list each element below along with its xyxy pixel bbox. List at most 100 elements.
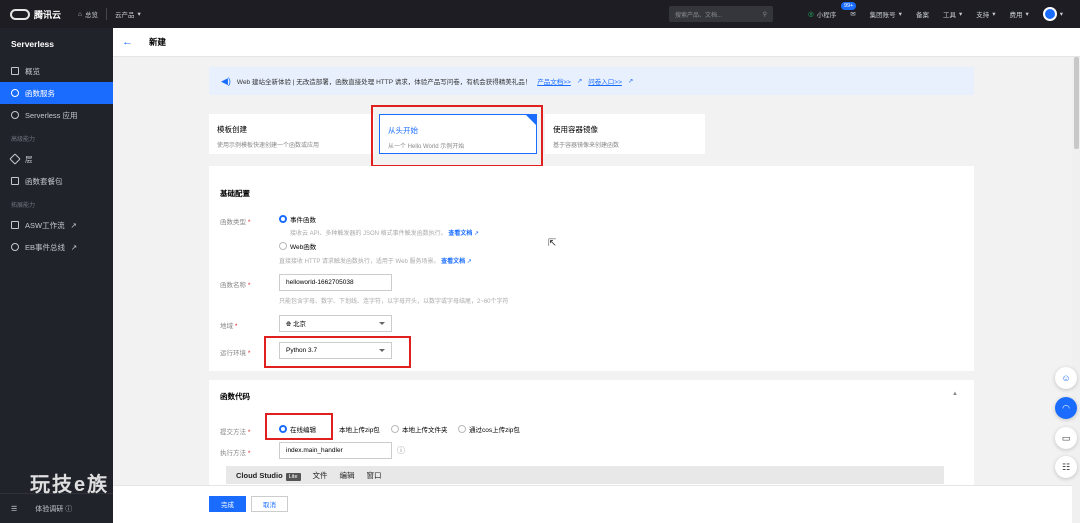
handler-input[interactable]: index.main_handler [279, 442, 392, 459]
menu-window[interactable]: 窗口 [367, 470, 382, 481]
event-bus-icon [11, 243, 19, 251]
sidebar: Serverless 概览 函数服务 Serverless 应用 高级能力 层 … [0, 28, 113, 523]
field-label: 提交方法 [220, 429, 246, 436]
home-link[interactable]: ⌂ 总览 [70, 0, 106, 28]
account-label: 集团账号 [869, 12, 896, 19]
gear-icon [11, 111, 19, 119]
field-label: 函数类型 [220, 219, 246, 226]
sidebar-item-eventbridge[interactable]: EB事件总线 ↗ [0, 236, 113, 258]
filing-label: 备案 [915, 12, 929, 19]
notice-banner: ◀) Web 建站全新体验 | 无改造部署，函数直接处理 HTTP 请求，体验产… [209, 67, 974, 95]
mini-program-link[interactable]: ◎ 小程序 [801, 9, 843, 19]
cancel-button[interactable]: 取消 [251, 496, 288, 512]
avatar [1042, 7, 1057, 21]
option-label: 本地上传文件夹 [402, 427, 448, 434]
option-label: 通过cos上传zip包 [469, 427, 520, 434]
view-docs-link[interactable]: 查看文档 [448, 231, 472, 237]
menu-file[interactable]: 文件 [313, 470, 328, 481]
confirm-button[interactable]: 完成 [209, 496, 246, 512]
billing-menu[interactable]: 费用 ▾ [1002, 9, 1035, 19]
function-icon [11, 89, 19, 97]
card-subtitle: 使用示例模板快速创建一个函数或应用 [217, 143, 320, 149]
survey-link[interactable]: 体验调研 ⓘ [35, 504, 72, 514]
info-icon[interactable]: ⓘ [397, 445, 405, 456]
sidebar-item-label: ASW工作流 [25, 220, 65, 230]
chevron-down-icon: ▾ [137, 11, 141, 18]
radio-web-func[interactable]: Web函数 [279, 241, 316, 251]
card-subtitle: 基于容器镜像来创建函数 [553, 143, 620, 149]
cloud-logo-icon [10, 8, 30, 20]
radio-unchecked-icon [279, 242, 287, 250]
customer-service-icon[interactable]: ◠ [1055, 397, 1077, 419]
highlight-box [371, 105, 543, 167]
required-mark: * [234, 323, 238, 330]
section-title: 函数代码 [220, 392, 250, 401]
survey-link[interactable]: 问卷入口>> [588, 76, 622, 86]
support-menu[interactable]: 支持 ▾ [969, 9, 1002, 19]
sidebar-item-label: 函数服务 [25, 88, 55, 98]
list-icon[interactable]: ☷ [1055, 456, 1077, 478]
submit-method-label: 提交方法 * [220, 426, 250, 436]
feedback-smiley-icon[interactable]: ☺ [1055, 367, 1077, 389]
brand-logo[interactable]: 腾讯云 [0, 8, 70, 21]
radio-cos-zip[interactable]: 通过cos上传zip包 [458, 424, 520, 434]
radio-local-folder[interactable]: 本地上传文件夹 [391, 424, 448, 434]
func-name-input[interactable]: helloworld-1662705038 [279, 274, 392, 291]
mail-link[interactable]: ✉ [843, 10, 862, 18]
region-select[interactable]: 🌐︎ 北京 [279, 315, 392, 332]
page-title: 新建 [149, 37, 167, 47]
sidebar-item-serverless-app[interactable]: Serverless 应用 [0, 104, 113, 126]
layers-icon [9, 153, 21, 165]
product-docs-link[interactable]: 产品文档>> [537, 76, 571, 86]
back-arrow-icon[interactable]: ← [122, 36, 136, 48]
chevron-down-icon: ▾ [958, 11, 963, 18]
filing-link[interactable]: 备案 [909, 9, 936, 19]
sidebar-item-asw[interactable]: ASW工作流 ↗ [0, 214, 113, 236]
page-header: ← 新建 [113, 28, 1080, 57]
scrollbar-thumb[interactable] [1074, 57, 1079, 149]
radio-event-func[interactable]: 事件函数 [279, 214, 316, 224]
card-container-image[interactable]: 使用容器镜像 基于容器镜像来创建函数 [545, 114, 705, 154]
workflow-icon [11, 221, 19, 229]
sidebar-item-overview[interactable]: 概览 [0, 60, 113, 82]
mini-program-icon: ◎ [808, 11, 814, 18]
studio-brand-name: Cloud Studio [236, 470, 283, 480]
radio-local-zip[interactable]: 本地上传zip包 [339, 424, 380, 434]
handler-label: 执行方法 * [220, 447, 250, 457]
radio-unchecked-icon [458, 425, 466, 433]
view-docs-link[interactable]: 查看文档 [441, 259, 465, 265]
search-placeholder: 搜索产品、文档... [675, 12, 723, 19]
sidebar-item-functions[interactable]: 函数服务 [0, 82, 113, 104]
globe-icon: 🌐︎ [286, 321, 292, 328]
search-input[interactable]: 搜索产品、文档... ⚲ [669, 6, 773, 22]
external-link-icon: ↗ [474, 231, 480, 237]
option-label: 本地上传zip包 [339, 427, 380, 434]
option-label: Web函数 [290, 244, 317, 251]
collapse-section-icon[interactable]: ▲ [952, 391, 958, 397]
sidebar-item-layer[interactable]: 层 [0, 148, 113, 170]
input-value: index.main_handler [286, 447, 343, 454]
card-template[interactable]: 模板创建 使用示例模板快速创建一个函数或应用 [209, 114, 374, 154]
required-mark: * [247, 219, 251, 226]
survey-label: 体验调研 [35, 505, 64, 513]
required-mark: * [247, 450, 251, 457]
hint-text: 直接接收 HTTP 请求触发函数执行，适用于 Web 服务场景。 [279, 259, 440, 265]
card-title: 使用容器镜像 [553, 125, 598, 134]
sidebar-item-label: 层 [25, 154, 33, 164]
option-label: 事件函数 [290, 217, 316, 224]
sidebar-footer: ☰ 体验调研 ⓘ [0, 493, 113, 523]
radio-unchecked-icon [391, 425, 399, 433]
account-menu[interactable]: 集团账号 ▾ [863, 9, 909, 19]
sidebar-item-package[interactable]: 函数套餐包 [0, 170, 113, 192]
external-link-icon: ↗ [70, 220, 77, 230]
products-menu[interactable]: 云产品 ▾ [107, 0, 149, 28]
user-menu[interactable]: ▾ [1036, 7, 1070, 21]
tools-menu[interactable]: 工具 ▾ [936, 9, 969, 19]
book-icon[interactable]: ▭ [1055, 427, 1077, 449]
chevron-down-icon [379, 322, 385, 325]
mouse-cursor-icon: ⇱ [548, 238, 557, 249]
collapse-sidebar-icon[interactable]: ☰ [11, 505, 17, 513]
menu-edit[interactable]: 编辑 [340, 470, 355, 481]
required-mark: * [247, 429, 251, 436]
studio-brand: Cloud Studio Lite [236, 470, 301, 481]
